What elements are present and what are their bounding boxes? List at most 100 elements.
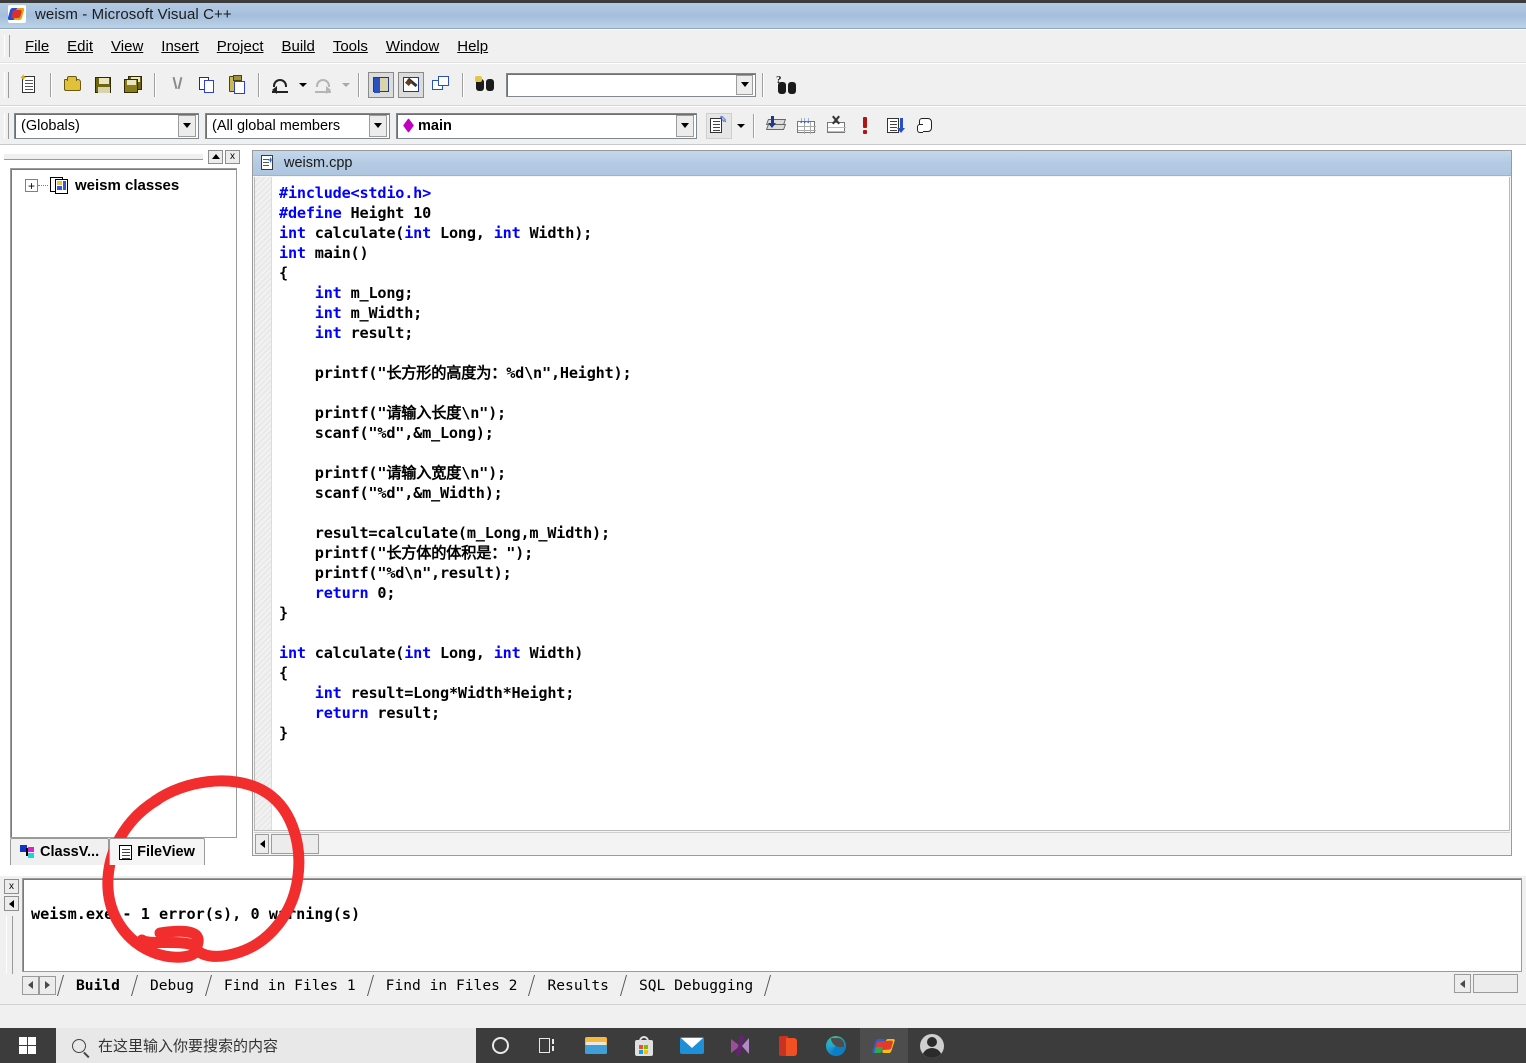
file-explorer-icon[interactable] (572, 1028, 620, 1063)
output-tab-debug[interactable]: Debug (140, 974, 204, 996)
output-tab-build[interactable]: Build (66, 974, 130, 996)
menu-item-project[interactable]: Project (208, 36, 273, 57)
tab-classview[interactable]: ClassV... (10, 838, 110, 865)
search-icon (72, 1038, 86, 1053)
compile-icon[interactable] (763, 113, 789, 139)
window-list-icon[interactable] (428, 72, 454, 98)
output-close-button[interactable]: x (4, 879, 19, 894)
visual-studio-icon[interactable] (716, 1028, 764, 1063)
build-icon[interactable]: ↓↓↓ (793, 113, 819, 139)
output-tab-find-in-files-2[interactable]: Find in Files 2 (376, 974, 528, 996)
undo-dropdown-icon[interactable] (296, 72, 309, 98)
toolbar-grip[interactable] (4, 71, 9, 98)
tab-divider (204, 974, 214, 996)
new-text-file-icon[interactable]: ✦ (16, 72, 42, 98)
output-pane-icon[interactable] (398, 71, 424, 98)
menu-item-tools-label: Tools (332, 37, 368, 55)
output-pane-grip[interactable] (6, 916, 13, 974)
wizardbar-action-icon[interactable]: ✎ (706, 112, 732, 139)
menu-grip[interactable] (4, 35, 10, 57)
output-tabs-prev-icon[interactable] (22, 975, 39, 995)
find-in-files-icon[interactable] (472, 72, 498, 98)
standard-toolbar: ✦ ? (0, 64, 1526, 106)
office-icon[interactable] (764, 1028, 812, 1063)
workspace-tree[interactable]: + weism classes (10, 168, 237, 838)
source-file-icon: + (261, 155, 276, 171)
save-all-icon[interactable] (120, 72, 146, 98)
redo-dropdown-icon[interactable] (339, 72, 352, 98)
toolbar-separator (762, 72, 764, 97)
execute-program-icon[interactable] (853, 113, 879, 139)
save-icon[interactable] (90, 72, 116, 98)
members-combo-dropdown-icon[interactable] (369, 114, 387, 137)
output-text-area[interactable]: weism.exe - 1 error(s), 0 warning(s) (22, 878, 1522, 972)
insert-breakpoint-icon[interactable] (913, 113, 939, 139)
stop-build-icon[interactable] (823, 113, 849, 139)
cortana-icon[interactable] (476, 1028, 524, 1063)
toolbar-separator (258, 72, 260, 97)
mail-icon[interactable] (668, 1028, 716, 1063)
scroll-thumb[interactable] (271, 833, 319, 854)
output-tab-results[interactable]: Results (537, 974, 619, 996)
paste-icon[interactable] (224, 72, 250, 98)
editor-tab-title: weism.cpp (284, 155, 353, 171)
editor-horizontal-scrollbar[interactable] (254, 832, 1510, 854)
help-search-icon[interactable]: ? (772, 72, 798, 98)
go-step-icon[interactable] (883, 113, 909, 139)
toolbar-separator (50, 72, 52, 97)
task-view-icon[interactable] (524, 1028, 572, 1063)
workspace-minimize-button[interactable] (208, 149, 223, 164)
wizardbar-grip[interactable] (4, 112, 9, 139)
microsoft-store-icon[interactable] (620, 1028, 668, 1063)
output-tabs-spacer[interactable] (1473, 974, 1518, 993)
tab-fileview-label: FileView (137, 844, 195, 860)
find-combo-dropdown-icon[interactable] (736, 74, 753, 95)
menu-item-window[interactable]: Window (377, 36, 448, 57)
wizardbar-dropdown-icon[interactable] (734, 113, 747, 139)
class-combo-dropdown-icon[interactable] (178, 114, 196, 137)
editor-body[interactable]: #include<stdio.h> #define Height 10 int ca… (254, 177, 1510, 831)
output-tabs-scroll-left-icon[interactable] (1454, 974, 1471, 993)
copy-icon[interactable] (194, 72, 220, 98)
menu-item-help[interactable]: Help (448, 36, 497, 57)
output-pane-buttons: x (4, 879, 20, 911)
visual-cpp-taskbar-icon[interactable] (860, 1028, 908, 1063)
cut-icon[interactable] (164, 72, 190, 98)
scroll-left-icon[interactable] (255, 833, 269, 854)
user-avatar-icon[interactable] (908, 1028, 956, 1063)
menu-item-tools[interactable]: Tools (324, 36, 377, 57)
microsoft-edge-icon[interactable] (812, 1028, 860, 1063)
menu-item-file[interactable]: File (16, 36, 58, 57)
editor-selection-margin[interactable] (255, 177, 272, 830)
function-combo[interactable]: main (396, 112, 697, 139)
tree-item-label: weism classes (75, 177, 180, 194)
menu-item-view[interactable]: View (102, 36, 152, 57)
tab-fileview[interactable]: FileView (109, 838, 205, 865)
output-tab-find-in-files-1[interactable]: Find in Files 1 (214, 974, 366, 996)
find-combo[interactable] (506, 72, 756, 97)
code-line: return 0; (314, 584, 396, 602)
editor-caption[interactable]: + weism.cpp (253, 151, 1511, 176)
windows-start-icon[interactable] (0, 1028, 56, 1063)
tree-expander-icon[interactable]: + (25, 179, 38, 192)
tab-divider (56, 974, 66, 996)
output-tab-sql-debugging[interactable]: SQL Debugging (629, 974, 763, 996)
menu-item-insert[interactable]: Insert (152, 36, 208, 57)
output-tabs-next-icon[interactable] (39, 975, 56, 995)
redo-icon[interactable] (311, 72, 337, 98)
members-combo[interactable]: (All global members (205, 112, 390, 139)
menu-item-build[interactable]: Build (272, 36, 323, 57)
undo-icon[interactable] (268, 72, 294, 98)
menu-item-edit[interactable]: Edit (58, 36, 102, 57)
tree-item-weism-classes[interactable]: + weism classes (11, 169, 236, 194)
workspace-drag-bar[interactable] (4, 153, 203, 160)
workspace-close-button[interactable]: x (225, 149, 240, 164)
open-folder-icon[interactable] (60, 72, 86, 98)
menu-item-view-label: View (111, 37, 144, 55)
function-combo-dropdown-icon[interactable] (676, 114, 694, 137)
code-text[interactable]: #include<stdio.h> #define Height 10 int ca… (279, 183, 1509, 830)
output-scroll-button[interactable] (4, 896, 19, 911)
taskbar-search-box[interactable]: 在这里输入你要搜索的内容 (56, 1028, 476, 1063)
class-combo[interactable]: (Globals) (14, 112, 199, 139)
workspace-pane-icon[interactable] (368, 71, 394, 98)
